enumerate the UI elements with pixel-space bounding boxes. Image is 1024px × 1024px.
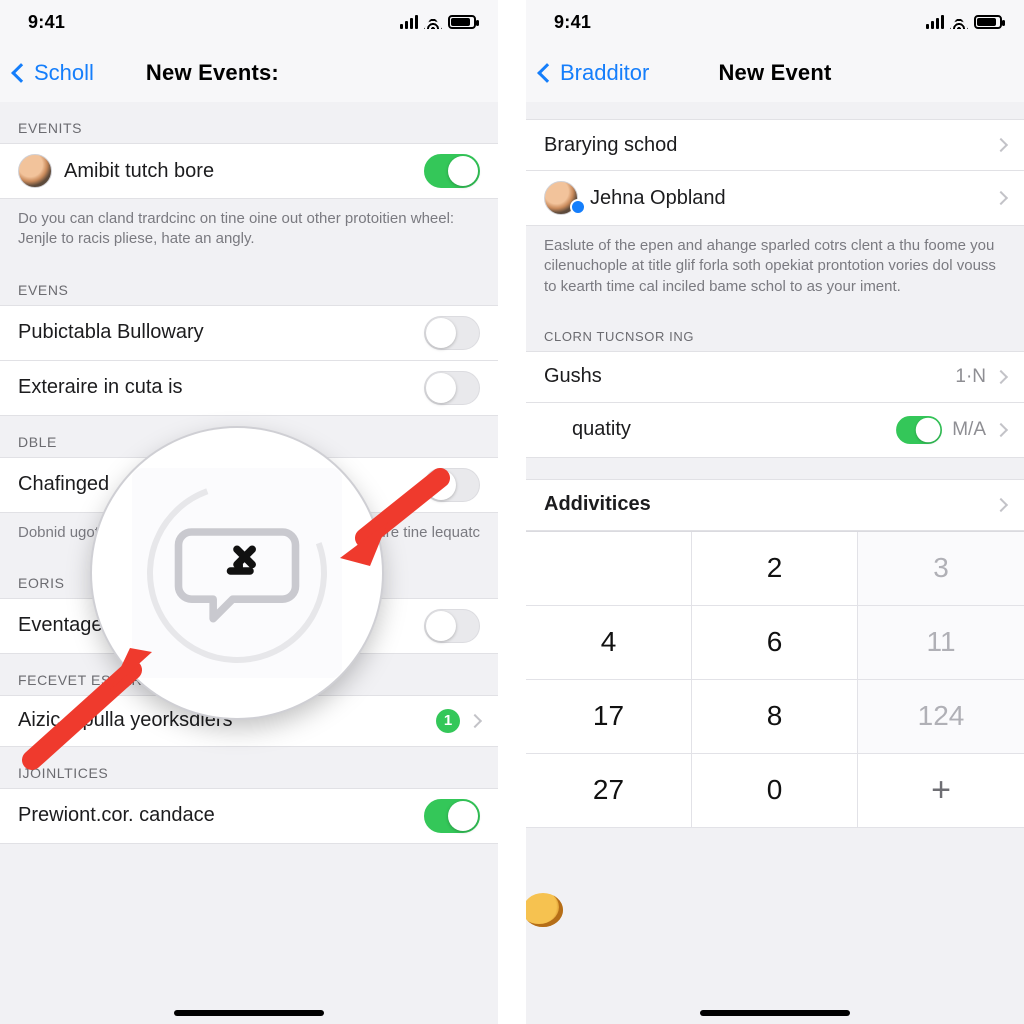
key-6[interactable]: 6 — [692, 606, 858, 680]
key-8[interactable]: 8 — [692, 680, 858, 754]
page-title: New Events: — [146, 60, 279, 86]
toggle-exteraire[interactable] — [424, 371, 480, 405]
key-4[interactable]: 4 — [526, 606, 692, 680]
back-label: Scholl — [34, 60, 94, 86]
nav-bar: Scholl New Events: — [0, 44, 498, 102]
toggle-quatity[interactable] — [896, 416, 942, 444]
back-button[interactable]: Scholl — [14, 60, 94, 86]
bee-icon — [526, 893, 563, 927]
status-icons — [400, 15, 476, 29]
row-label: Exteraire in cuta is — [18, 376, 424, 399]
back-label: Bradditor — [560, 60, 649, 86]
chevron-left-icon — [11, 63, 31, 83]
wifi-icon — [424, 15, 442, 29]
left-phone: 9:41 Scholl New Events: EVENITS Amibit t… — [0, 0, 498, 1024]
row-value: 1·N — [955, 366, 986, 388]
toggle-amibit[interactable] — [424, 154, 480, 188]
chevron-right-icon — [994, 498, 1008, 512]
battery-icon — [448, 15, 476, 29]
toggle-prewiont[interactable] — [424, 799, 480, 833]
row-label: Jehna Opbland — [590, 187, 996, 210]
right-phone: 9:41 Bradditor New Event Brarying schod — [526, 0, 1024, 1024]
row-amibit[interactable]: Amibit tutch bore — [0, 143, 498, 199]
section-header-evens: EVENS — [0, 264, 498, 306]
status-bar: 9:41 — [0, 0, 498, 44]
avatar — [18, 154, 52, 188]
key-17[interactable]: 17 — [526, 680, 692, 754]
annotation-arrow-icon — [22, 630, 182, 770]
status-icons — [926, 15, 1002, 29]
chevron-right-icon — [468, 714, 482, 728]
row-label: Gushs — [544, 365, 955, 388]
row-label: Pubictabla Bullowary — [18, 321, 424, 344]
row-addivitices[interactable]: Addivitices — [526, 479, 1024, 531]
section-note: Easlute of the epen and ahange sparled c… — [526, 226, 1024, 311]
status-bar: 9:41 — [526, 0, 1024, 44]
row-prewiont[interactable]: Prewiont.cor. candace — [0, 788, 498, 844]
key-blank[interactable] — [526, 532, 692, 606]
key-124[interactable]: 124 — [858, 680, 1024, 754]
row-quatity[interactable]: quatity M/A — [526, 402, 1024, 458]
back-button[interactable]: Bradditor — [540, 60, 649, 86]
row-value: M/A — [952, 419, 986, 441]
annotation-arrow-icon — [310, 468, 450, 588]
chevron-right-icon — [994, 423, 1008, 437]
count-badge: 1 — [436, 709, 460, 733]
row-label: Brarying schod — [544, 134, 996, 157]
key-2[interactable]: 2 — [692, 532, 858, 606]
nav-bar: Bradditor New Event — [526, 44, 1024, 102]
toggle-eventage[interactable] — [424, 609, 480, 643]
section-note: Do you can cland trardcinc on tine oine … — [0, 199, 498, 264]
key-11[interactable]: 11 — [858, 606, 1024, 680]
key-0[interactable]: 0 — [692, 754, 858, 828]
chevron-left-icon — [537, 63, 557, 83]
row-exteraire[interactable]: Exteraire in cuta is — [0, 360, 498, 416]
key-3[interactable]: 3 — [858, 532, 1024, 606]
cellular-icon — [400, 15, 418, 29]
avatar — [544, 181, 578, 215]
key-27[interactable]: 27 — [526, 754, 692, 828]
home-indicator[interactable] — [174, 1010, 324, 1016]
row-brarying[interactable]: Brarying schod — [526, 119, 1024, 171]
status-time: 9:41 — [554, 12, 591, 33]
row-pubictabla[interactable]: Pubictabla Bullowary — [0, 305, 498, 361]
home-indicator[interactable] — [700, 1010, 850, 1016]
chevron-right-icon — [994, 370, 1008, 384]
settings-list[interactable]: Brarying schod Jehna Opbland Easlute of … — [526, 102, 1024, 1024]
status-time: 9:41 — [28, 12, 65, 33]
row-label: quatity — [572, 418, 886, 441]
chevron-right-icon — [994, 191, 1008, 205]
chevron-right-icon — [994, 138, 1008, 152]
wifi-icon — [950, 15, 968, 29]
row-gushs[interactable]: Gushs 1·N — [526, 351, 1024, 403]
toggle-pubictabla[interactable] — [424, 316, 480, 350]
section-header-clorn: CLORN TUCNSOR ING — [526, 311, 1024, 352]
row-label: Addivitices — [544, 493, 996, 516]
section-header-events: EVENITS — [0, 102, 498, 144]
key-plus[interactable]: + — [858, 754, 1024, 828]
battery-icon — [974, 15, 1002, 29]
numeric-keypad[interactable]: 2 3 4 6 11 17 8 124 27 0 + — [526, 531, 1024, 828]
row-jehna[interactable]: Jehna Opbland — [526, 170, 1024, 226]
cellular-icon — [926, 15, 944, 29]
row-label: Prewiont.cor. candace — [18, 804, 424, 827]
row-label: Amibit tutch bore — [64, 160, 424, 183]
